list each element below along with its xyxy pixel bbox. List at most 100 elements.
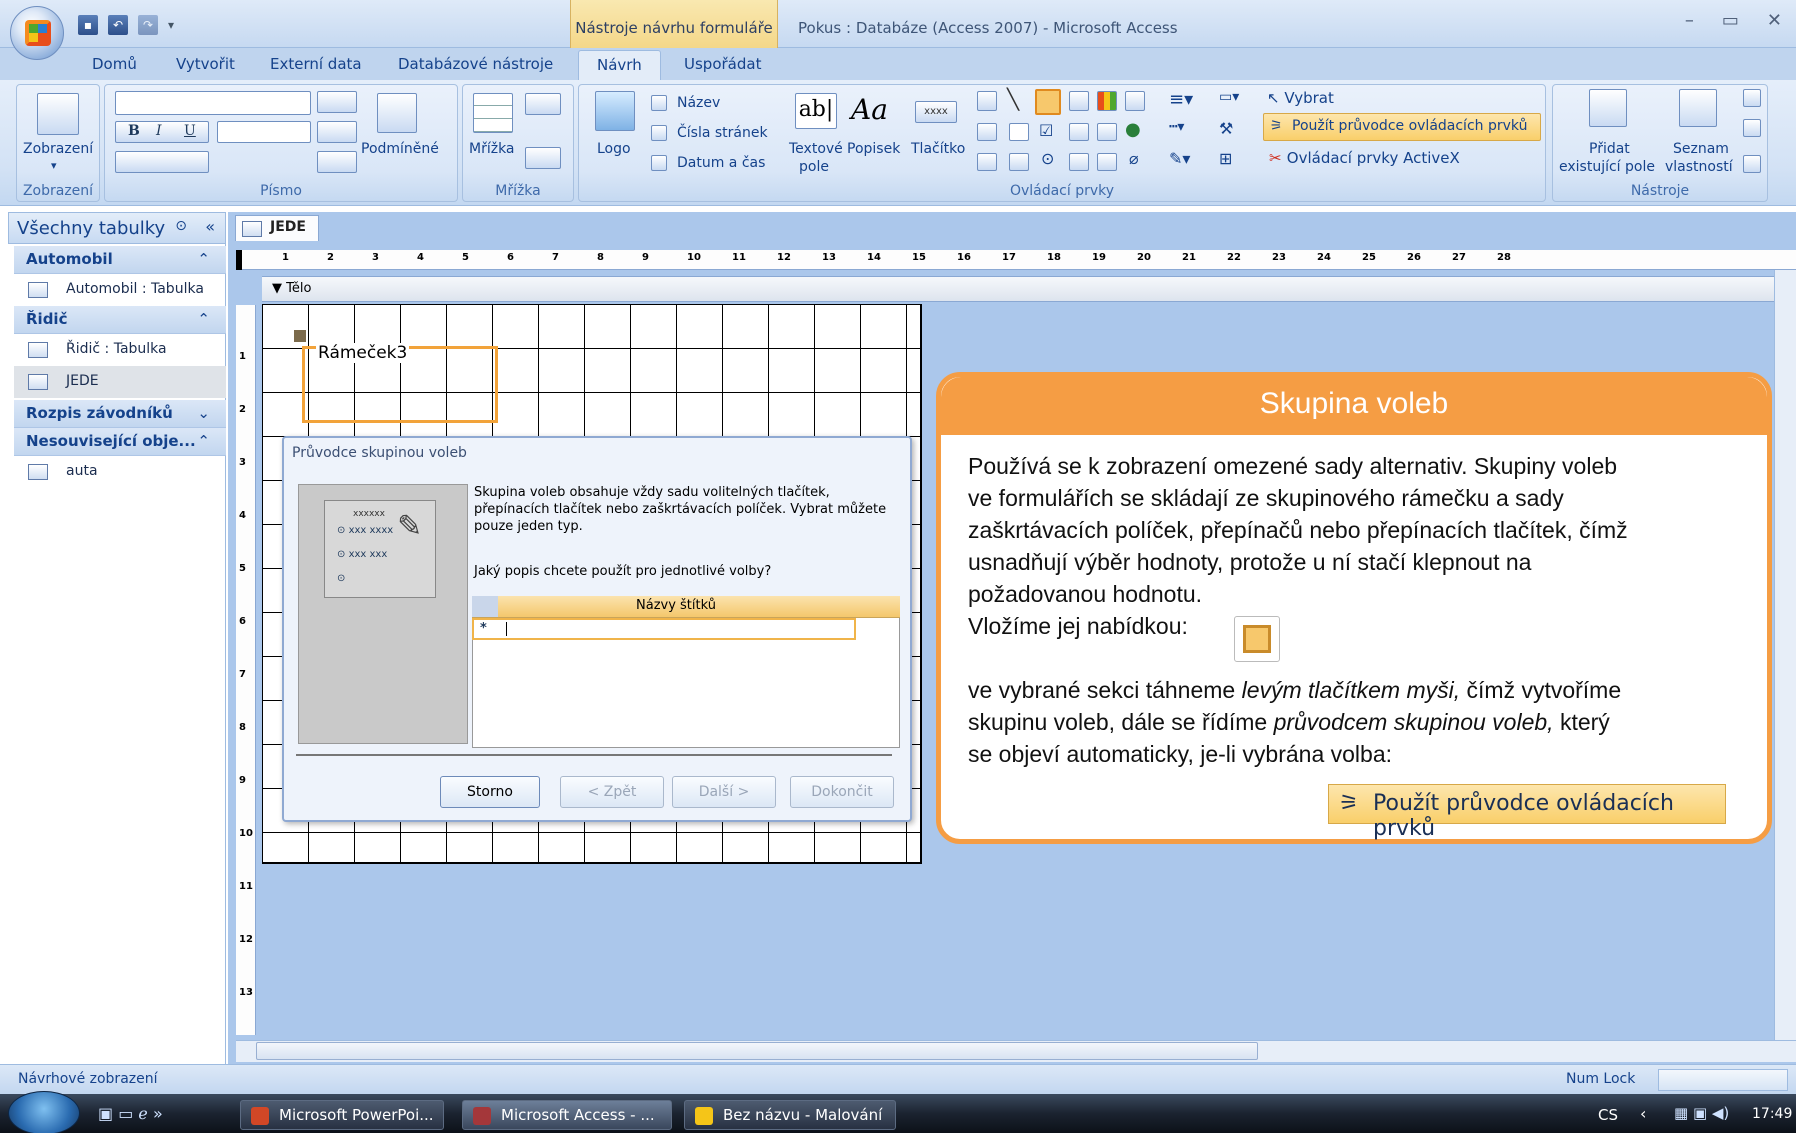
nav-dropdown-icon[interactable]: ⊙ — [175, 218, 187, 234]
add-existing-fields-icon[interactable] — [1589, 89, 1627, 127]
page-numbers-button[interactable]: Čísla stránek — [677, 125, 768, 141]
underline-button[interactable]: U — [184, 123, 196, 139]
save-icon[interactable]: ▪ — [78, 15, 98, 35]
combo-box-icon[interactable] — [977, 123, 997, 141]
nav-pane-header[interactable]: Všechny tabulky ⊙ « — [8, 212, 226, 244]
add-existing-fields-label-2[interactable]: existující pole — [1559, 159, 1655, 175]
rectangle-icon[interactable] — [1009, 123, 1029, 141]
field-list-icon[interactable]: ▭▾ — [1219, 89, 1239, 105]
tab-control-icon[interactable] — [977, 91, 997, 111]
line-control-icon[interactable]: ╲ — [1007, 87, 1019, 111]
property-sheet-label-2[interactable]: vlastností — [1665, 159, 1733, 175]
bound-frame-icon[interactable] — [1009, 153, 1029, 171]
nav-category-ridic[interactable]: Řidič ⌃ — [14, 306, 226, 334]
conditional-format-icon[interactable] — [377, 93, 417, 133]
tray-icons[interactable]: ▦ ▣ ◀) — [1674, 1104, 1729, 1122]
property-sheet-label[interactable]: Seznam — [1673, 141, 1729, 157]
image-icon[interactable] — [1097, 123, 1117, 141]
special-effect-icon[interactable]: ✎▾ — [1169, 149, 1190, 168]
tab-design[interactable]: Návrh — [578, 50, 661, 80]
title-button[interactable]: Název — [677, 95, 720, 111]
minimize-button[interactable]: – — [1685, 10, 1694, 31]
qat-customize-icon[interactable]: ▾ — [168, 18, 174, 32]
task-powerpoint[interactable]: Microsoft PowerPoi... — [240, 1100, 444, 1130]
nav-category-automobil[interactable]: Automobil ⌃ — [14, 246, 226, 274]
font-color-icon[interactable] — [317, 91, 357, 113]
collapse-chevron-icon[interactable]: ⌃ — [197, 310, 210, 328]
attachment-icon[interactable]: ⌀ — [1129, 149, 1139, 168]
tab-arrange[interactable]: Uspořádat — [684, 55, 761, 73]
add-existing-fields-label[interactable]: Přidat — [1589, 141, 1630, 157]
nav-category-rozpis[interactable]: Rozpis závodníků ⌄ — [14, 400, 226, 428]
frame-label[interactable]: Rámeček3 — [316, 343, 410, 363]
logo-button-label[interactable]: Logo — [597, 141, 631, 157]
list-box-icon[interactable] — [1125, 91, 1145, 111]
nav-item-ridic-table[interactable]: Řidič : Tabulka — [14, 334, 226, 366]
code-icon[interactable] — [1743, 119, 1761, 137]
page-break-icon[interactable] — [1069, 153, 1089, 171]
nav-item-jede-form[interactable]: JEDE — [14, 366, 226, 398]
fill-color-icon[interactable] — [317, 121, 357, 143]
font-name-combo[interactable] — [115, 91, 311, 115]
task-paint[interactable]: Bez názvu - Malování — [684, 1100, 896, 1130]
subform-icon[interactable] — [1069, 123, 1089, 141]
textbox-button-label[interactable]: Textové — [789, 141, 843, 157]
start-button[interactable] — [8, 1091, 80, 1133]
chart-icon[interactable] — [1097, 91, 1117, 111]
office-button[interactable] — [10, 6, 64, 60]
tray-arrow-icon[interactable]: ‹ — [1640, 1104, 1646, 1123]
view-code-icon[interactable] — [1743, 155, 1761, 173]
redo-icon[interactable]: ↷ — [138, 15, 158, 35]
cancel-button[interactable]: Storno — [440, 776, 540, 808]
page-numbers-icon[interactable] — [651, 125, 667, 141]
move-handle[interactable] — [294, 330, 306, 342]
label-button-label[interactable]: Popisek — [847, 141, 900, 157]
horizontal-ruler[interactable]: 1 2 3 4 5 6 7 8 9 10 11 12 13 14 15 16 17 18 19 20 21 22 23 24 2… — [242, 250, 1796, 270]
option-group-icon[interactable] — [1035, 89, 1061, 115]
textbox-icon[interactable]: ab| — [795, 93, 837, 129]
italic-button[interactable]: I — [156, 123, 162, 139]
tab-database-tools[interactable]: Databázové nástroje — [398, 55, 553, 73]
document-tab-jede[interactable]: JEDE — [235, 215, 319, 241]
collapse-chevron-icon[interactable]: ⌃ — [197, 250, 210, 268]
nav-collapse-icon[interactable]: « — [205, 217, 215, 236]
option-button-icon[interactable]: ⊙ — [1041, 149, 1054, 168]
section-header-body[interactable]: ▼ Tělo — [262, 276, 1796, 302]
maximize-button[interactable]: ▭ — [1722, 10, 1739, 31]
grid-button-label[interactable]: Mřížka — [469, 141, 515, 157]
language-indicator[interactable]: CS — [1598, 1106, 1618, 1124]
toggle-button-icon[interactable] — [1069, 91, 1089, 111]
line-color-icon[interactable] — [317, 151, 357, 173]
vertical-ruler[interactable]: 1 2 3 4 5 6 7 8 9 10 11 12 13 — [236, 305, 256, 1035]
undo-icon[interactable]: ↶ — [108, 15, 128, 35]
grid-icon[interactable] — [473, 93, 513, 133]
conditional-button-label[interactable]: Podmíněné — [361, 141, 439, 157]
task-access[interactable]: Microsoft Access - ... — [462, 1100, 672, 1130]
align-buttons[interactable] — [115, 151, 209, 173]
view-dropdown-icon[interactable]: ▾ — [51, 159, 57, 172]
label-icon[interactable]: Aa — [851, 93, 888, 126]
finish-button[interactable]: Dokončit — [790, 776, 894, 808]
date-time-icon[interactable] — [651, 155, 667, 171]
form-view-icon[interactable] — [37, 93, 79, 135]
nav-category-unrelated[interactable]: Nesouvisející obje... ⌃ — [14, 428, 226, 456]
checkbox-icon[interactable]: ☑ — [1039, 121, 1053, 140]
select-button[interactable]: ↖ Vybrat — [1267, 89, 1334, 107]
textbox-button-label-2[interactable]: pole — [799, 159, 829, 175]
use-wizards-button[interactable]: ⚞ Použít průvodce ovládacích prvků — [1263, 113, 1541, 141]
button-button-label[interactable]: Tlačítko — [911, 141, 965, 157]
font-size-combo[interactable] — [217, 121, 311, 143]
hyperlink-icon[interactable]: ● — [1125, 119, 1141, 140]
bold-button[interactable]: B — [128, 123, 140, 139]
view-switcher-icons[interactable] — [1658, 1069, 1788, 1091]
new-row-input[interactable]: * — [472, 618, 856, 640]
button-icon[interactable]: xxxx — [915, 101, 957, 123]
close-button[interactable]: ✕ — [1767, 10, 1782, 31]
border-style-icon[interactable]: ┅▾ — [1169, 119, 1184, 135]
activex-button[interactable]: ✂ Ovládací prvky ActiveX — [1269, 149, 1460, 167]
view-button-label[interactable]: Zobrazení — [23, 141, 93, 157]
expand-chevron-icon[interactable]: ⌄ — [197, 404, 210, 422]
line-thickness-icon[interactable] — [525, 93, 561, 115]
image-insert-icon[interactable] — [1097, 153, 1117, 171]
vertical-scrollbar[interactable] — [1774, 270, 1796, 1040]
